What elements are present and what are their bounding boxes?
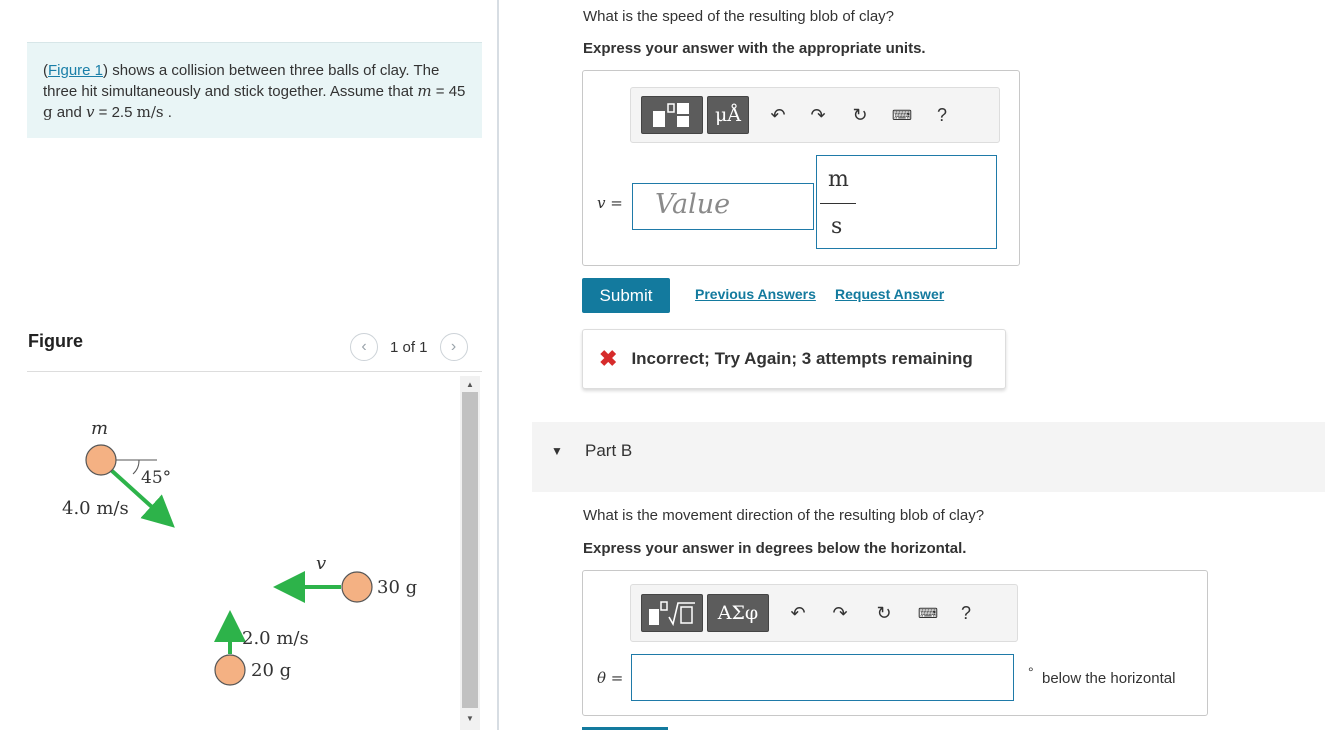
- label-speed-1: 4.0 m/s: [62, 498, 129, 519]
- symbols-button[interactable]: ΑΣφ: [707, 594, 769, 632]
- problem-statement: (Figure 1) shows a collision between thr…: [27, 42, 482, 138]
- redo-icon[interactable]: ↷: [823, 596, 857, 630]
- angle-suffix: below the horizontal: [1042, 670, 1176, 687]
- next-figure-button[interactable]: ›: [439, 333, 468, 361]
- label-v: v: [316, 553, 326, 574]
- part-a-variable: v =: [597, 194, 623, 212]
- fraction-bar: [820, 203, 856, 204]
- part-b-variable: θ =: [597, 669, 624, 687]
- label-mass-3: 20 g: [251, 660, 291, 681]
- figure-pager: ‹ 1 of 1 ›: [350, 333, 468, 361]
- part-a-question: What is the speed of the resulting blob …: [583, 8, 895, 25]
- collision-figure: m 45° 4.0 m/s v 30 g 2.0 m/s 20 g: [62, 418, 417, 686]
- scroll-down-icon[interactable]: ▼: [460, 712, 480, 726]
- ball-30g: [341, 571, 373, 603]
- unit-denominator: s: [831, 214, 843, 239]
- scrollbar-thumb[interactable]: [462, 392, 478, 708]
- angle-input[interactable]: [631, 654, 1014, 701]
- label-angle: 45°: [141, 468, 171, 488]
- part-a-toolbar: μÅ ↶ ↷ ↻ ⌨ ?: [630, 87, 1000, 143]
- ball-20g: [214, 654, 246, 686]
- problem-panel: (Figure 1) shows a collision between thr…: [0, 0, 498, 730]
- part-b-label: Part B: [585, 441, 633, 460]
- request-answer-link[interactable]: Request Answer: [835, 286, 944, 302]
- keyboard-icon[interactable]: ⌨: [885, 98, 919, 132]
- and-text: and: [52, 104, 86, 121]
- part-b-toolbar: ΑΣφ ↶ ↷ ↻ ⌨ ?: [630, 584, 1018, 642]
- figure-title: Figure: [28, 331, 84, 351]
- submit-button[interactable]: Submit: [582, 278, 670, 313]
- units-button[interactable]: μÅ: [707, 96, 749, 134]
- collapse-triangle-icon[interactable]: ▼: [551, 444, 563, 458]
- feedback-message: Incorrect; Try Again; 3 attempts remaini…: [631, 349, 973, 368]
- angle-arc: [132, 459, 140, 475]
- period: .: [163, 104, 172, 121]
- templates-sqrt-icon: [649, 601, 695, 627]
- scroll-up-icon[interactable]: ▲: [460, 378, 480, 392]
- label-speed-3: 2.0 m/s: [242, 628, 309, 649]
- panel-divider: [497, 0, 499, 730]
- value-placeholder: Value: [655, 189, 731, 220]
- previous-answers-link[interactable]: Previous Answers: [695, 286, 816, 302]
- help-icon[interactable]: ?: [925, 98, 959, 132]
- part-b-instruction: Express your answer in degrees below the…: [583, 540, 967, 557]
- keyboard-icon[interactable]: ⌨: [911, 596, 945, 630]
- ball-m: [85, 444, 117, 476]
- figure-page-count: 1 of 1: [390, 338, 428, 356]
- prev-figure-button[interactable]: ‹: [350, 333, 378, 361]
- label-mass-2: 30 g: [377, 577, 417, 598]
- feedback-banner: ✖ Incorrect; Try Again; 3 attempts remai…: [582, 329, 1006, 389]
- redo-icon[interactable]: ↷: [801, 98, 835, 132]
- undo-icon[interactable]: ↶: [781, 596, 815, 630]
- mass-value: = 45: [431, 83, 466, 100]
- problem-text: shows a collision between three balls of…: [43, 62, 440, 100]
- templates-icon: [653, 103, 689, 127]
- undo-icon[interactable]: ↶: [761, 98, 795, 132]
- mass-unit: g: [43, 103, 53, 121]
- velocity-unit: m/s: [136, 103, 164, 121]
- part-a-instruction: Express your answer with the appropriate…: [583, 40, 926, 57]
- velocity-value: = 2.5: [94, 104, 137, 121]
- help-icon[interactable]: ?: [949, 596, 983, 630]
- figure-divider: [27, 371, 482, 372]
- error-icon: ✖: [599, 346, 618, 371]
- reset-icon[interactable]: ↻: [867, 596, 901, 630]
- figure-link[interactable]: Figure 1: [48, 62, 103, 79]
- templates-sqrt-button[interactable]: [641, 594, 703, 632]
- degree-symbol: °: [1028, 664, 1034, 680]
- label-m: m: [91, 418, 108, 439]
- reset-icon[interactable]: ↻: [843, 98, 877, 132]
- templates-button[interactable]: [641, 96, 703, 134]
- part-b-header[interactable]: ▼ Part B: [532, 422, 1325, 492]
- part-b-question: What is the movement direction of the re…: [583, 507, 985, 524]
- mass-variable: m: [417, 82, 432, 100]
- unit-numerator: m: [828, 167, 849, 192]
